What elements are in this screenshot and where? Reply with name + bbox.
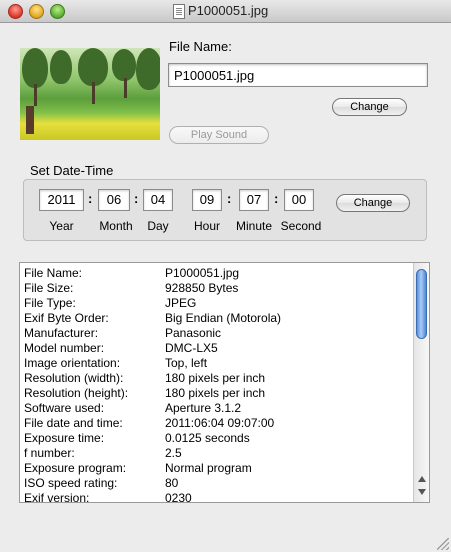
exif-key: Exposure time: xyxy=(24,431,105,445)
exif-row: File Size: 928850 Bytes xyxy=(24,281,414,296)
zoom-window-button[interactable] xyxy=(50,4,65,19)
exif-key: Image orientation: xyxy=(24,356,121,370)
play-sound-button[interactable]: Play Sound xyxy=(169,126,269,144)
exif-value: JPEG xyxy=(165,296,197,310)
scroll-down-arrow-icon[interactable] xyxy=(418,489,426,495)
exif-value: P1000051.jpg xyxy=(165,266,240,280)
exif-row: Software used: Aperture 3.1.2 xyxy=(24,401,414,416)
year-field[interactable]: 2011 xyxy=(39,189,84,211)
hour-caption: Hour xyxy=(193,219,220,233)
exif-row: Image orientation: Top, left xyxy=(24,356,414,371)
minimize-window-button[interactable] xyxy=(29,4,44,19)
exif-value: Normal program xyxy=(165,461,252,475)
exif-value: 2.5 xyxy=(165,446,182,460)
title-bar: P1000051.jpg xyxy=(0,0,451,23)
day-caption: Day xyxy=(147,219,169,233)
exif-row: Manufacturer: Panasonic xyxy=(24,326,414,341)
document-icon xyxy=(173,4,185,19)
exif-value: 2011:06:04 09:07:00 xyxy=(165,416,275,430)
exif-row: Exif version: 0230 xyxy=(24,491,414,503)
exif-key: File Type: xyxy=(24,296,76,310)
exif-row: f number: 2.5 xyxy=(24,446,414,461)
exif-value: 0.0125 seconds xyxy=(165,431,250,445)
file-name-label: File Name: xyxy=(169,39,232,54)
change-date-time-button[interactable]: Change xyxy=(336,194,410,212)
exif-key: Resolution (height): xyxy=(24,386,129,400)
date-separator: : xyxy=(88,191,93,206)
day-field[interactable]: 04 xyxy=(143,189,173,211)
image-thumbnail xyxy=(20,48,160,140)
second-field[interactable]: 00 xyxy=(284,189,314,211)
exif-row: File Type: JPEG xyxy=(24,296,414,311)
exif-key: Software used: xyxy=(24,401,105,415)
month-caption: Month xyxy=(99,219,133,233)
exif-value: 0230 xyxy=(165,491,192,503)
exif-row: Resolution (height): 180 pixels per inch xyxy=(24,386,414,401)
month-field[interactable]: 06 xyxy=(98,189,130,211)
exif-key: Manufacturer: xyxy=(24,326,99,340)
exif-row: File Name: P1000051.jpg xyxy=(24,266,414,281)
exif-row: Resolution (width): 180 pixels per inch xyxy=(24,371,414,386)
exif-key: f number: xyxy=(24,446,75,460)
resize-grip-icon[interactable] xyxy=(437,538,449,550)
exif-value: 928850 Bytes xyxy=(165,281,239,295)
file-name-field[interactable]: P1000051.jpg xyxy=(168,63,428,87)
exif-key: Resolution (width): xyxy=(24,371,124,385)
exif-value: 80 xyxy=(165,476,179,490)
window-title: P1000051.jpg xyxy=(188,3,269,18)
exif-info-list[interactable]: File Name: P1000051.jpg File Size: 928850 B… xyxy=(19,262,430,503)
close-window-button[interactable] xyxy=(8,4,23,19)
exif-row: Exposure time: 0.0125 seconds xyxy=(24,431,414,446)
exif-row: Exposure program: Normal program xyxy=(24,461,414,476)
exif-value: DMC-LX5 xyxy=(165,341,218,355)
minute-caption: Minute xyxy=(235,219,273,233)
exif-row: ISO speed rating: 80 xyxy=(24,476,414,491)
exif-value: Big Endian (Motorola) xyxy=(165,311,282,325)
date-time-group-label: Set Date-Time xyxy=(30,163,114,178)
year-caption: Year xyxy=(49,219,74,233)
exif-value: 180 pixels per inch xyxy=(165,386,266,400)
exif-value: Top, left xyxy=(165,356,208,370)
hour-field[interactable]: 09 xyxy=(192,189,222,211)
exif-key: File Size: xyxy=(24,281,74,295)
scrollbar-thumb[interactable] xyxy=(416,269,427,339)
minute-field[interactable]: 07 xyxy=(239,189,269,211)
exif-key: ISO speed rating: xyxy=(24,476,118,490)
exif-key: File Name: xyxy=(24,266,83,280)
exif-row: File date and time: 2011:06:04 09:07:00 xyxy=(24,416,414,431)
exif-row: Exif Byte Order: Big Endian (Motorola) xyxy=(24,311,414,326)
exif-key: Exposure program: xyxy=(24,461,127,475)
exif-key: Exif version: xyxy=(24,491,90,503)
exif-key: Model number: xyxy=(24,341,105,355)
exif-row: Model number: DMC-LX5 xyxy=(24,341,414,356)
exif-key: File date and time: xyxy=(24,416,123,430)
exif-value: Aperture 3.1.2 xyxy=(165,401,242,415)
exif-value: Panasonic xyxy=(165,326,222,340)
second-caption: Second xyxy=(280,219,322,233)
change-file-name-button[interactable]: Change xyxy=(332,98,407,116)
time-separator: : xyxy=(227,191,232,206)
exif-value: 180 pixels per inch xyxy=(165,371,266,385)
vertical-scrollbar[interactable] xyxy=(413,263,429,502)
exif-key: Exif Byte Order: xyxy=(24,311,109,325)
scroll-up-arrow-icon[interactable] xyxy=(418,476,426,482)
time-separator: : xyxy=(274,191,279,206)
date-separator: : xyxy=(134,191,139,206)
